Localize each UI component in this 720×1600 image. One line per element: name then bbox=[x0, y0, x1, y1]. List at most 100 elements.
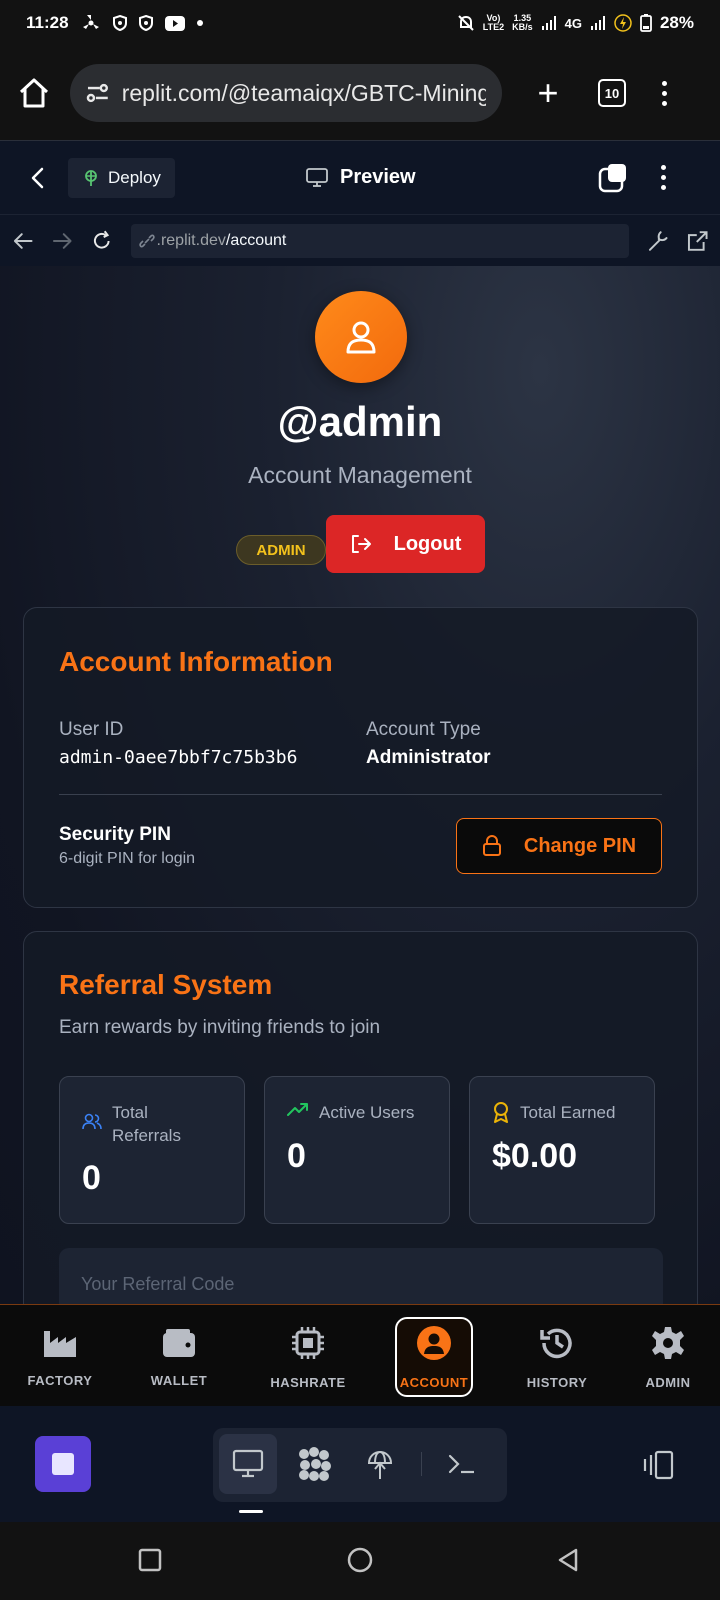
status-time: 11:28 bbox=[26, 13, 69, 32]
nav-label: WALLET bbox=[150, 1372, 208, 1388]
stop-icon bbox=[52, 1453, 74, 1475]
preview-path: /account bbox=[225, 231, 287, 249]
stat-label: Total Referrals bbox=[112, 1103, 181, 1145]
nav-wallet[interactable]: WALLET bbox=[134, 1317, 224, 1397]
battery-percent: 28% bbox=[659, 13, 694, 32]
stat-total-earned: Total Earned $0.00 bbox=[469, 1076, 655, 1224]
tool-switcher bbox=[213, 1428, 507, 1502]
stat-value: 0 bbox=[82, 1159, 101, 1197]
shell-tool-button[interactable] bbox=[433, 1434, 491, 1494]
dot-icon bbox=[196, 20, 203, 26]
back-chevron-icon[interactable] bbox=[28, 166, 48, 190]
logout-icon bbox=[351, 535, 371, 553]
referral-description: Earn rewards by inviting friends to join bbox=[59, 1017, 381, 1038]
shield-icon bbox=[112, 15, 127, 31]
stat-label: Active Users bbox=[319, 1103, 415, 1122]
deploy-tool-button[interactable] bbox=[351, 1434, 409, 1494]
app-bottom-nav: FACTORY WALLET HASHRATE ACCOUNT HISTORY … bbox=[0, 1304, 720, 1406]
home-circle-icon[interactable] bbox=[347, 1547, 373, 1573]
new-tab-button[interactable]: + bbox=[528, 72, 568, 114]
lock-icon bbox=[482, 835, 501, 856]
home-icon[interactable] bbox=[16, 75, 52, 111]
history-icon bbox=[540, 1328, 572, 1358]
reload-icon[interactable] bbox=[91, 230, 113, 252]
arrow-left-icon[interactable] bbox=[12, 231, 34, 251]
preview-domain: .replit.dev bbox=[156, 231, 226, 249]
nav-factory[interactable]: FACTORY bbox=[15, 1317, 105, 1397]
logout-button[interactable]: Logout bbox=[326, 515, 485, 573]
chip-icon bbox=[292, 1326, 324, 1359]
fan-icon bbox=[82, 15, 99, 29]
browser-toolbar: replit.com/@teamaiqx/GBTC-Mining + 10 bbox=[0, 46, 720, 140]
nav-account[interactable]: ACCOUNT bbox=[395, 1317, 473, 1397]
security-pin-description: 6-digit PIN for login bbox=[59, 850, 196, 867]
replit-header: Deploy Preview bbox=[0, 140, 720, 214]
android-nav-bar bbox=[0, 1522, 720, 1600]
browser-menu-icon[interactable] bbox=[662, 80, 667, 106]
panels-icon[interactable] bbox=[640, 1450, 674, 1480]
user-id-label: User ID bbox=[59, 719, 124, 740]
change-pin-button[interactable]: Change PIN bbox=[456, 818, 662, 874]
replit-bottom-toolbar bbox=[0, 1406, 720, 1522]
speed-unit: KB/s bbox=[512, 22, 533, 32]
change-pin-label: Change PIN bbox=[523, 834, 637, 857]
agent-tool-button[interactable] bbox=[285, 1434, 343, 1494]
avatar bbox=[315, 291, 407, 383]
app-content: @admin Account Management ADMIN Logout A… bbox=[0, 266, 720, 1304]
terminal-icon bbox=[448, 1454, 474, 1474]
award-icon bbox=[494, 1102, 508, 1123]
stat-total-referrals: Total Referrals 0 bbox=[59, 1076, 245, 1224]
nav-label: HASHRATE bbox=[270, 1374, 346, 1390]
monitor-icon bbox=[306, 167, 328, 187]
user-circle-icon bbox=[417, 1325, 451, 1360]
deploy-icon bbox=[85, 169, 97, 186]
nav-admin[interactable]: ADMIN bbox=[623, 1317, 713, 1397]
split-pane-icon[interactable] bbox=[598, 163, 628, 193]
referral-title: Referral System bbox=[59, 969, 273, 1000]
status-bar: 11:28 Vo) LTE2 1.35 KB/s 4G 28% bbox=[0, 0, 720, 46]
nav-label: ACCOUNT bbox=[399, 1374, 469, 1390]
preview-url-input[interactable]: .replit.dev/account bbox=[130, 223, 630, 258]
stat-value: 0 bbox=[287, 1137, 306, 1175]
wrench-icon[interactable] bbox=[647, 230, 669, 252]
referral-code-label: Your Referral Code bbox=[81, 1274, 235, 1294]
battery-saver-icon bbox=[614, 14, 632, 32]
replit-menu-icon[interactable] bbox=[661, 165, 666, 190]
users-icon bbox=[82, 1113, 102, 1130]
external-link-icon[interactable] bbox=[687, 230, 709, 252]
address-bar[interactable]: replit.com/@teamaiqx/GBTC-Mining bbox=[70, 64, 502, 122]
account-type-value: Administrator bbox=[366, 747, 491, 768]
referral-card: Referral System Earn rewards by inviting… bbox=[23, 931, 698, 1304]
nav-history[interactable]: HISTORY bbox=[512, 1317, 602, 1397]
nav-hashrate[interactable]: HASHRATE bbox=[258, 1317, 358, 1397]
site-settings-icon[interactable] bbox=[86, 82, 110, 104]
page-subtitle: Account Management bbox=[248, 462, 472, 488]
recents-icon[interactable] bbox=[138, 1548, 162, 1572]
deploy-button[interactable]: Deploy bbox=[68, 157, 175, 198]
active-tool-indicator bbox=[239, 1510, 263, 1513]
stat-value: $0.00 bbox=[492, 1137, 578, 1175]
preview-url-bar: .replit.dev/account bbox=[0, 214, 720, 266]
signal-icon bbox=[590, 16, 605, 30]
deploy-label: Deploy bbox=[108, 167, 161, 187]
battery-icon bbox=[640, 14, 652, 32]
back-triangle-icon[interactable] bbox=[556, 1547, 580, 1573]
deploy-globe-icon bbox=[367, 1450, 393, 1479]
preview-title: Preview bbox=[306, 166, 416, 189]
wallet-icon bbox=[163, 1328, 195, 1357]
mute-icon bbox=[458, 15, 474, 31]
user-icon bbox=[346, 321, 376, 354]
arrow-right-icon[interactable] bbox=[52, 231, 74, 251]
network-type: 4G bbox=[564, 15, 582, 31]
preview-label: Preview bbox=[340, 166, 416, 188]
shield-icon bbox=[138, 15, 153, 31]
youtube-icon bbox=[164, 15, 185, 31]
monitor-icon bbox=[232, 1449, 264, 1478]
agent-icon bbox=[299, 1447, 331, 1481]
tool-divider bbox=[421, 1452, 422, 1476]
nav-label: ADMIN bbox=[645, 1374, 691, 1390]
stop-button[interactable] bbox=[35, 1436, 91, 1492]
role-badge: ADMIN bbox=[236, 535, 326, 565]
tab-switcher-button[interactable]: 10 bbox=[598, 79, 626, 107]
preview-tool-button[interactable] bbox=[219, 1434, 277, 1494]
